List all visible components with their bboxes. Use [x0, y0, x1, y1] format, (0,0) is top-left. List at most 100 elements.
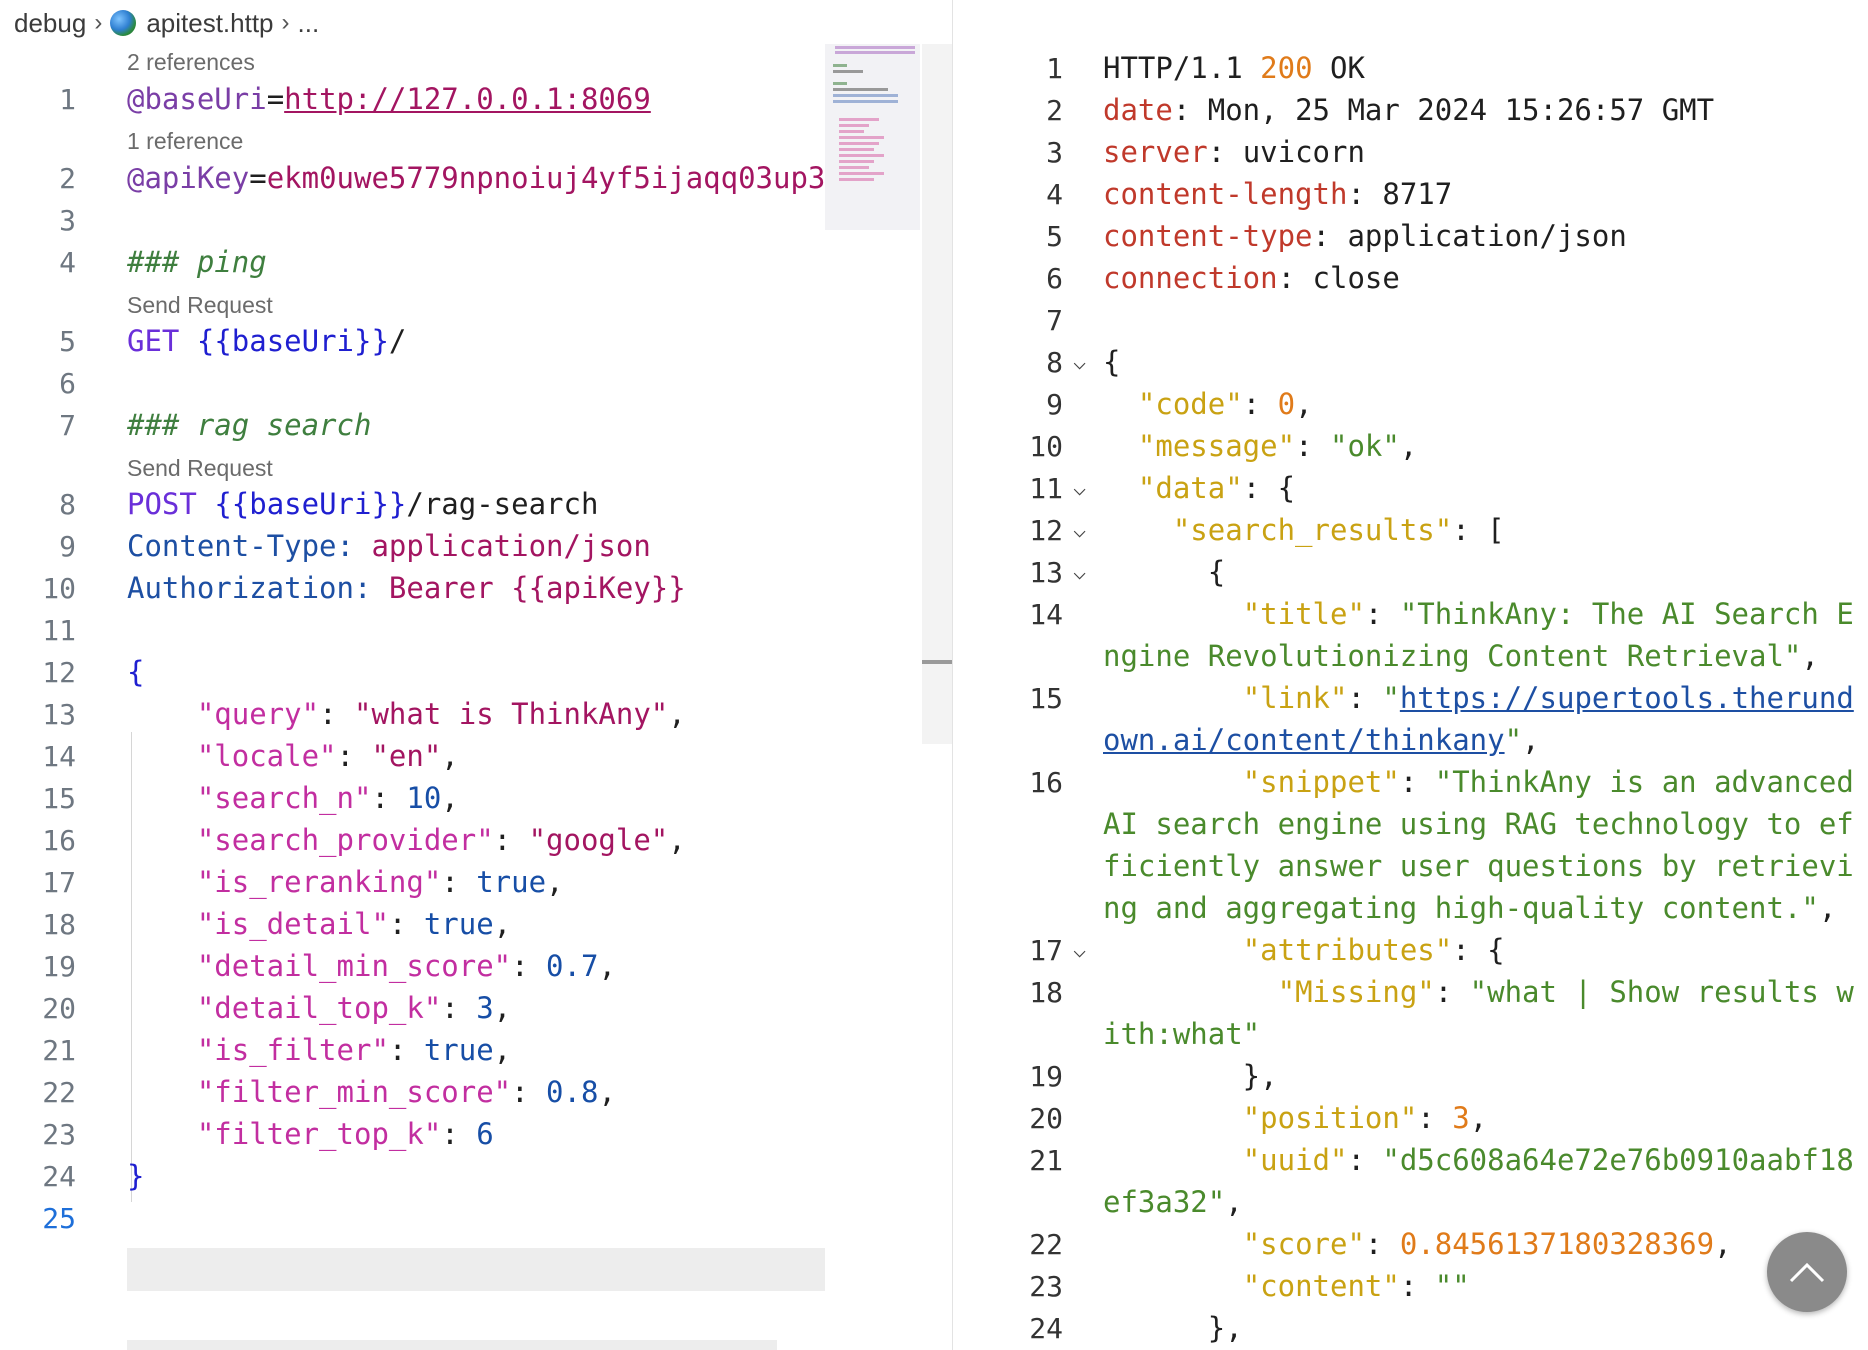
line-number: 12 [1029, 514, 1063, 547]
code-line: { [127, 655, 145, 689]
json-line: "data": { [1137, 471, 1296, 505]
editor-scrollbar[interactable] [922, 44, 952, 744]
response-viewer[interactable]: 1 2 3 4 5 6 7 8 9 10 11 12 13 14 15 16 1… [953, 0, 1868, 1350]
result-link[interactable]: own.ai/content/thinkany [1103, 723, 1505, 757]
json-line: ngine Revolutionizing Content Retrieval"… [1103, 639, 1819, 673]
json-line: }, [1103, 1311, 1243, 1345]
response-header: date: Mon, 25 Mar 2024 15:26:57 GMT [1103, 93, 1715, 127]
code-line: POST {{baseUri}}/rag-search [127, 487, 599, 521]
line-number: 15 [1029, 682, 1063, 715]
line-number: 20 [1029, 1102, 1063, 1135]
json-line: "snippet": "ThinkAny is an advanced [1242, 765, 1854, 799]
line-number: 2 [1046, 94, 1063, 127]
json-line: "content": "" [1242, 1269, 1470, 1303]
line-number: 11 [1029, 472, 1063, 505]
code-line: Content-Type: application/json [127, 529, 651, 563]
line-number: 12 [42, 656, 76, 689]
chevron-down-icon[interactable]: ⌵ [1073, 518, 1086, 543]
body-field: "filter_min_score": 0.8, [196, 1075, 616, 1109]
chevron-down-icon[interactable]: ⌵ [1073, 476, 1086, 501]
json-line: { [1103, 555, 1226, 589]
chevron-down-icon[interactable]: ⌵ [1073, 560, 1086, 585]
body-field: "detail_top_k": 3, [196, 991, 512, 1025]
line-number: 4 [1046, 178, 1063, 211]
line-number: 19 [1029, 1060, 1063, 1093]
breadcrumb-more[interactable]: ... [298, 8, 320, 39]
line-number: 16 [1029, 766, 1063, 799]
line-number: 3 [59, 204, 76, 237]
response-header: server: uvicorn [1103, 135, 1365, 169]
line-number: 6 [1046, 262, 1063, 295]
chevron-right-icon: › [281, 9, 290, 36]
response-status-line: HTTP/1.1 200 OK [1103, 51, 1365, 85]
line-number: 2 [59, 162, 76, 195]
breadcrumb-file[interactable]: apitest.http [146, 8, 273, 39]
body-field: "search_provider": "google", [196, 823, 686, 857]
breadcrumb-folder[interactable]: debug [14, 8, 86, 39]
line-number: 1 [1046, 52, 1063, 85]
json-line: ng and aggregating high-quality content.… [1103, 891, 1837, 925]
scroll-to-top-button[interactable] [1767, 1232, 1847, 1312]
line-number: 21 [42, 1034, 76, 1067]
body-field: "is_detail": true, [196, 907, 512, 941]
code-line: } [127, 1159, 145, 1193]
result-link[interactable]: https://supertools.therund [1400, 681, 1854, 715]
json-line: "code": 0, [1137, 387, 1313, 421]
line-number: 11 [42, 614, 76, 647]
line-number: 8 [59, 488, 76, 521]
json-line: "search_results": [ [1172, 513, 1505, 547]
minimap[interactable] [825, 44, 920, 230]
editor-bottom-strip [127, 1340, 777, 1350]
scrollbar-position-marker [922, 660, 952, 664]
codelens-references[interactable]: 1 reference [127, 128, 243, 155]
breadcrumb: debug › apitest.http › ... [14, 8, 319, 38]
json-line: own.ai/content/thinkany", [1103, 723, 1540, 757]
line-number: 22 [42, 1076, 76, 1109]
json-line: "score": 0.8456137180328369, [1242, 1227, 1732, 1261]
line-number: 22 [1029, 1228, 1063, 1261]
line-number: 18 [42, 908, 76, 941]
line-number: 17 [1029, 934, 1063, 967]
code-line: GET {{baseUri}}/ [127, 324, 407, 358]
line-number: 1 [59, 83, 76, 116]
body-field: "is_reranking": true, [196, 865, 564, 899]
body-field: "is_filter": true, [196, 1033, 512, 1067]
chevron-down-icon[interactable]: ⌵ [1073, 938, 1086, 963]
body-field: "detail_min_score": 0.7, [196, 949, 616, 983]
chevron-right-icon: › [94, 9, 103, 36]
line-number: 4 [59, 246, 76, 279]
line-number: 7 [1046, 304, 1063, 337]
code-line: Authorization: Bearer {{apiKey}} [127, 571, 686, 605]
request-editor[interactable]: 2 references 1 reference Send Request Se… [0, 44, 920, 1350]
line-number: 6 [59, 367, 76, 400]
json-line: "uuid": "d5c608a64e72e76b0910aabf18 [1242, 1143, 1854, 1177]
line-number: 5 [59, 325, 76, 358]
response-header: content-type: application/json [1103, 219, 1627, 253]
codelens-send-request[interactable]: Send Request [127, 455, 273, 482]
line-number: 9 [59, 530, 76, 563]
json-line: }, [1103, 1059, 1278, 1093]
line-number: 23 [1029, 1270, 1063, 1303]
json-line: "position": 3, [1242, 1101, 1488, 1135]
line-number: 23 [42, 1118, 76, 1151]
line-number: 13 [42, 698, 76, 731]
line-number: 20 [42, 992, 76, 1025]
base-uri-link[interactable]: http://127.0.0.1:8069 [284, 82, 651, 116]
response-header: connection: close [1103, 261, 1400, 295]
arrow-up-icon [1789, 1262, 1825, 1283]
line-number-active: 25 [42, 1202, 76, 1235]
line-number: 10 [1029, 430, 1063, 463]
json-line: "Missing": "what | Show results w [1277, 975, 1854, 1009]
code-comment: ### ping [127, 245, 267, 279]
json-line: "title": "ThinkAny: The AI Search E [1242, 597, 1854, 631]
response-header: content-length: 8717 [1103, 177, 1453, 211]
codelens-references[interactable]: 2 references [127, 49, 255, 76]
json-line: AI search engine using RAG technology to… [1103, 807, 1854, 841]
line-number: 24 [1029, 1312, 1063, 1345]
line-number: 10 [42, 572, 76, 605]
line-number: 7 [59, 409, 76, 442]
chevron-down-icon[interactable]: ⌵ [1073, 350, 1086, 375]
json-line: ith:what" [1103, 1017, 1261, 1051]
codelens-send-request[interactable]: Send Request [127, 292, 273, 319]
line-number: 19 [42, 950, 76, 983]
